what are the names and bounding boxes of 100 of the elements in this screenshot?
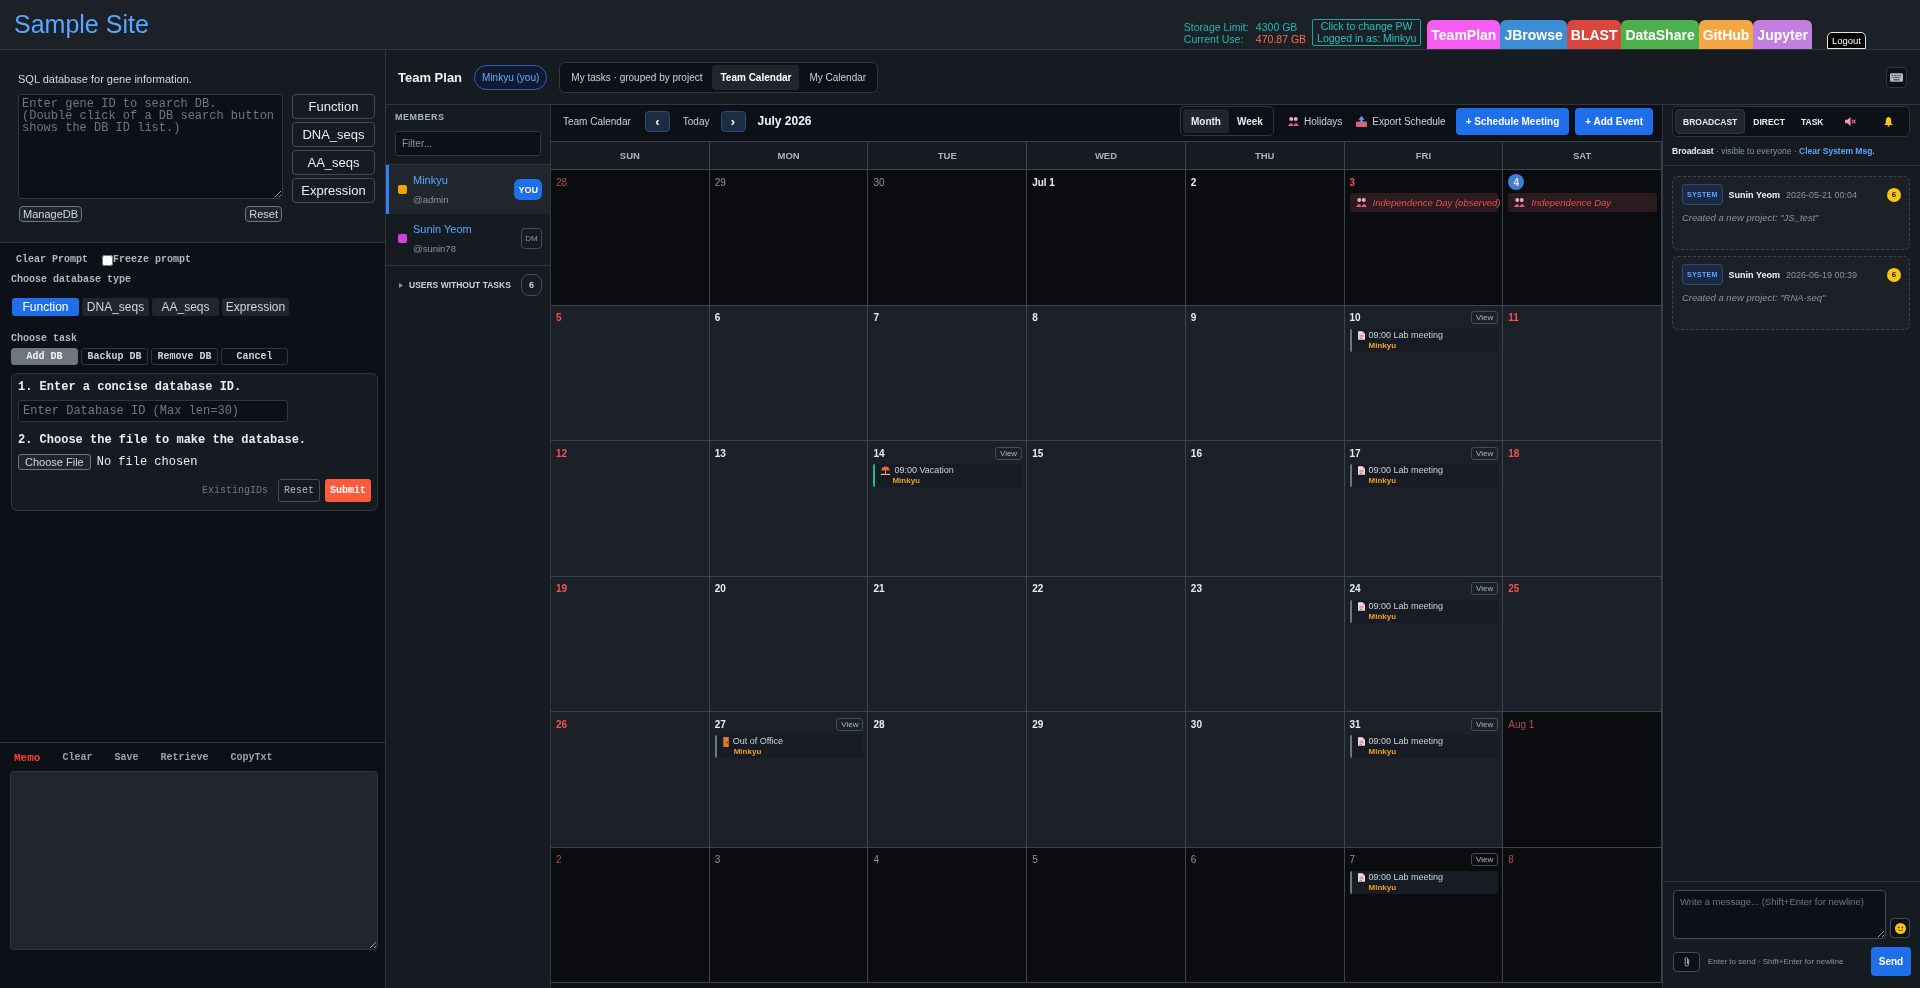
search-db-button[interactable]: Function <box>292 94 375 119</box>
app-tab[interactable]: JBrowse <box>1500 20 1567 49</box>
calendar-day-cell[interactable]: 11 <box>1503 305 1662 441</box>
calendar-day-cell[interactable]: 26 <box>551 712 710 848</box>
site-title[interactable]: Sample Site <box>14 10 149 39</box>
view-button[interactable]: View <box>836 717 864 731</box>
calendar-day-cell[interactable]: 6 <box>709 305 869 441</box>
calendar-day-cell[interactable]: 5 <box>1027 847 1186 983</box>
app-tab[interactable]: BLAST <box>1566 20 1622 49</box>
calendar-day-cell[interactable]: 18 <box>1503 441 1662 577</box>
toolbar-action[interactable]: Export Schedule <box>1356 115 1446 127</box>
calendar-day-cell[interactable]: 17 View 09:00 Lab meeting Minkyu <box>1344 441 1504 577</box>
freeze-checkbox[interactable] <box>102 254 113 266</box>
memo-action[interactable]: Retrieve <box>160 752 209 764</box>
calendar-day-cell[interactable]: 29 <box>1027 712 1186 848</box>
view-button[interactable]: View <box>994 446 1023 460</box>
calendar-day-cell[interactable]: 30 <box>1185 712 1345 848</box>
calendar-day-cell[interactable]: 10 View 09:00 Lab meeting Minkyu <box>1344 305 1504 441</box>
view-button[interactable]: View <box>1471 311 1499 324</box>
view-button[interactable]: View <box>1471 853 1499 866</box>
existing-ids-link[interactable]: ExistingIDs <box>201 485 268 496</box>
calendar-day-cell[interactable]: 4 <box>868 847 1028 983</box>
calendar-event[interactable]: 09:00 Vacation Minkyu <box>873 464 1023 487</box>
db-type-button[interactable]: DNA_seqs <box>82 298 149 316</box>
search-db-button[interactable]: DNA_seqs <box>292 122 375 147</box>
view-button[interactable]: View <box>1471 446 1499 460</box>
calendar-day-cell[interactable]: 5 <box>551 305 710 441</box>
calendar-day-cell[interactable]: 2 <box>1185 170 1345 306</box>
calendar-day-cell[interactable]: 3 Independence Day (observed) <box>1344 170 1504 306</box>
view-tab[interactable]: My tasks · grouped by project <box>563 64 711 90</box>
task-button[interactable]: Backup DB <box>81 348 148 365</box>
calendar-day-cell[interactable]: 28 <box>551 170 710 306</box>
member-item[interactable]: Sunin Yeom @sunin78 DM <box>386 214 550 263</box>
clear-system-messages-link[interactable]: Clear System Msg. <box>1799 146 1875 156</box>
task-button[interactable]: Add DB <box>11 348 78 365</box>
calendar-day-cell[interactable]: 7 <box>868 305 1028 441</box>
calendar-day-cell[interactable]: 7 View 09:00 Lab meeting Minkyu <box>1344 847 1504 983</box>
primary-button[interactable]: + Schedule Meeting <box>1455 107 1570 135</box>
memo-action[interactable]: Save <box>114 752 139 764</box>
choose-file-button[interactable]: Choose File <box>18 454 91 470</box>
member-item[interactable]: Minkyu @admin YOU <box>386 165 550 214</box>
clear-prompt-button[interactable]: Clear Prompt <box>16 254 88 266</box>
change-password-link[interactable]: Click to change PW <box>1320 21 1413 33</box>
calendar-day-cell[interactable]: 8 <box>1503 847 1662 983</box>
primary-button[interactable]: + Add Event <box>1575 107 1653 135</box>
calendar-day-cell[interactable]: 22 <box>1027 576 1186 712</box>
chat-tab[interactable]: BROADCAST <box>1675 109 1746 134</box>
holiday-event[interactable]: Independence Day (observed) <box>1349 193 1499 212</box>
calendar-day-cell[interactable]: 25 <box>1503 576 1662 712</box>
view-tab[interactable]: My Calendar <box>801 64 875 90</box>
calendar-day-cell[interactable]: 2 <box>551 847 710 983</box>
calendar-day-cell[interactable]: 28 <box>868 712 1028 848</box>
attach-button[interactable] <box>1673 951 1700 972</box>
direct-message-button[interactable]: DM <box>521 228 542 249</box>
calendar-day-cell[interactable]: 14 View 09:00 Vacation Minkyu <box>868 441 1028 577</box>
chat-tab[interactable]: TASK <box>1792 109 1832 134</box>
gene-search-field[interactable]: Enter gene ID to search DB. (Double click of a DB search button shows the DB ID list.) <box>18 94 283 199</box>
database-id-field[interactable]: Enter Database ID (Max len=30) <box>18 400 288 422</box>
calendar-day-cell[interactable]: 13 <box>709 441 869 577</box>
emoji-button[interactable] <box>1890 918 1910 938</box>
view-button[interactable]: View <box>1471 582 1499 595</box>
memo-action[interactable]: Clear <box>62 752 93 764</box>
calendar-day-cell[interactable]: 12 <box>551 441 710 577</box>
account-box[interactable]: Click to change PW Logged in as: Minkyu <box>1312 19 1422 46</box>
calendar-event[interactable]: Out of Office Minkyu <box>714 735 864 758</box>
calendar-day-cell[interactable]: 20 <box>709 576 869 712</box>
keyboard-button[interactable] <box>1886 66 1907 88</box>
db-type-button[interactable]: AA_seqs <box>152 298 219 316</box>
calendar-event[interactable]: 09:00 Lab meeting Minkyu <box>1349 870 1499 894</box>
form-reset-button[interactable]: Reset <box>277 479 320 502</box>
search-db-button[interactable]: AA_seqs <box>292 150 375 175</box>
today-button[interactable]: Today <box>682 115 710 127</box>
view-mode-tab[interactable]: Month <box>1182 109 1229 133</box>
calendar-day-cell[interactable]: Jul 1 <box>1027 170 1186 306</box>
holiday-event[interactable]: Independence Day <box>1508 193 1657 212</box>
message-field[interactable]: Write a message... (Shift+Enter for newline) <box>1673 890 1886 939</box>
db-type-button[interactable]: Function <box>12 298 79 316</box>
calendar-event[interactable]: 09:00 Lab meeting Minkyu <box>1349 328 1499 352</box>
calendar-day-cell[interactable]: 21 <box>868 576 1028 712</box>
memo-field[interactable] <box>10 771 378 950</box>
calendar-day-cell[interactable]: Aug 1 <box>1503 712 1662 848</box>
calendar-day-cell[interactable]: 31 View 09:00 Lab meeting Minkyu <box>1344 712 1504 848</box>
calendar-day-cell[interactable]: 8 <box>1027 305 1186 441</box>
manage-db-button[interactable]: ManageDB <box>19 206 83 222</box>
db-type-button[interactable]: Expression <box>222 298 289 316</box>
calendar-day-cell[interactable]: 27 View Out of Office Minkyu <box>709 712 869 848</box>
task-button[interactable]: Remove DB <box>151 348 218 365</box>
calendar-day-cell[interactable]: 30 <box>868 170 1028 306</box>
view-button[interactable]: View <box>1471 717 1499 731</box>
view-tab[interactable]: Team Calendar <box>712 64 800 90</box>
search-db-button[interactable]: Expression <box>292 178 375 203</box>
send-button[interactable]: Send <box>1871 947 1911 976</box>
toolbar-action[interactable]: Holidays <box>1287 115 1343 127</box>
logout-button[interactable]: Logout <box>1826 32 1866 49</box>
task-button[interactable]: Cancel <box>221 348 288 365</box>
chat-tab[interactable]: DIRECT <box>1745 109 1793 134</box>
member-filter-field[interactable]: Filter... <box>395 131 541 156</box>
calendar-day-cell[interactable]: 4 Independence Day <box>1503 170 1662 306</box>
calendar-day-cell[interactable]: 3 <box>709 847 869 983</box>
users-without-tasks-toggle[interactable]: USERS WITHOUT TASKS 6 <box>386 265 550 304</box>
